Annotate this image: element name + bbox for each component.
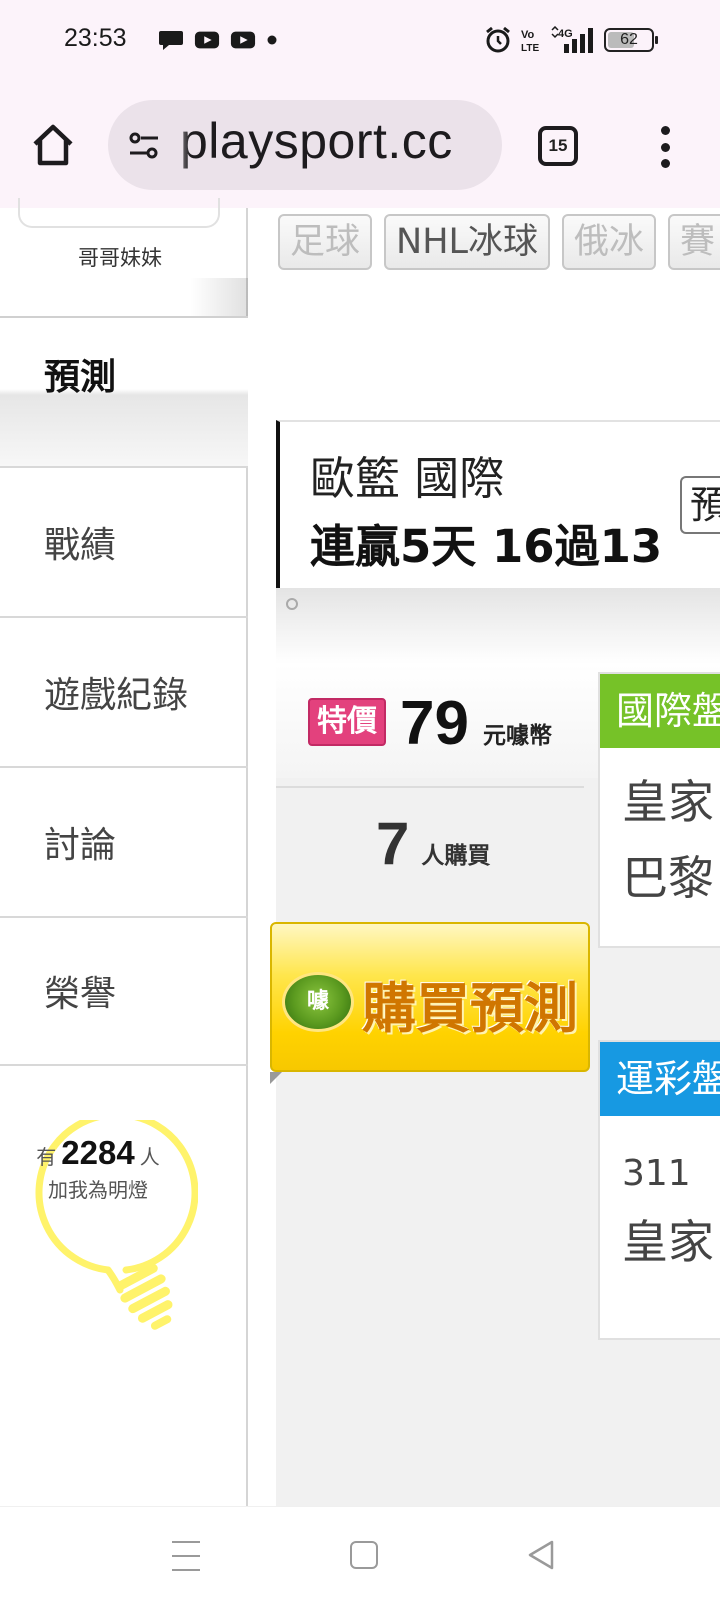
sidebar: 哥哥妹妹 預測 戰績 遊戲紀錄 討論 榮譽 有 2284 人 加我為明燈 — [0, 198, 248, 1506]
team-name: 巴黎 — [622, 851, 714, 905]
fans-caption: 加我為明燈 — [48, 1178, 148, 1202]
price-row: 特價 79 元噱幣 — [308, 692, 552, 756]
sidebar-item-label: 戰績 — [44, 525, 117, 566]
tab-switcher-button[interactable]: 15 — [538, 126, 578, 166]
sidebar-item-label: 討論 — [44, 825, 117, 866]
section-header: 運彩盤 — [600, 1042, 720, 1116]
sidebar-item-label: 預測 — [44, 357, 117, 399]
fans-count: 2284 — [61, 1134, 135, 1171]
sidebar-username[interactable]: 哥哥妹妹 — [0, 242, 240, 272]
sidebar-item-predictions[interactable]: 預測 — [0, 316, 248, 466]
sidebar-item-record[interactable]: 戰績 — [0, 466, 248, 616]
sport-tab-more[interactable]: 賽 — [668, 214, 720, 270]
sidebar-item-game-log[interactable]: 遊戲紀錄 — [0, 616, 248, 766]
svg-text:LTE: LTE — [521, 43, 539, 53]
win-streak: 連贏5天 16過13 — [310, 520, 663, 573]
coin-icon: 噱 — [282, 972, 354, 1032]
sidebar-item-honors[interactable]: 榮譽 — [0, 916, 248, 1066]
notification-icons — [158, 28, 278, 52]
game-code: 311 — [622, 1153, 691, 1194]
international-odds-section: 國際盤 皇家 巴黎 — [598, 672, 720, 948]
url-text: playsport.cc — [180, 113, 453, 169]
address-bar[interactable]: playsport.cc — [108, 100, 502, 190]
battery-level: 62 — [620, 31, 638, 48]
section-header: 國際盤 — [600, 674, 720, 748]
status-right: Vo LTE 4G 62 — [484, 26, 658, 54]
sports-lottery-section: 運彩盤 311 皇家 — [598, 1040, 720, 1340]
buy-prediction-button[interactable]: 噱 購買預測 — [270, 922, 590, 1072]
team-name: 皇家 — [622, 1215, 714, 1269]
section-body: 311 皇家 — [600, 1116, 720, 1280]
more-menu-icon[interactable] — [650, 122, 680, 172]
sport-tab-soccer[interactable]: 足球 — [278, 214, 373, 270]
buyers-row: 7 人購買 — [376, 814, 490, 874]
youtube-icon — [230, 31, 256, 49]
home-nav-icon[interactable] — [350, 1541, 378, 1569]
svg-text:Vo: Vo — [521, 29, 535, 41]
prediction-card-header: 歐籃 國際 連贏5天 16過13 預 — [276, 420, 720, 588]
youtube-icon — [194, 31, 220, 49]
status-time: 23:53 — [64, 24, 127, 52]
sport-tabs: 足球 NHL冰球 俄冰 賽 — [278, 214, 720, 270]
price-unit: 元噱幣 — [482, 723, 552, 749]
pin-icon — [286, 598, 298, 610]
status-bar: 23:53 Vo LTE 4G 62 — [0, 0, 720, 84]
buy-prediction-label: 購買預測 — [362, 977, 578, 1040]
button-corner-icon — [270, 1072, 282, 1084]
fans-suffix: 人 — [139, 1145, 160, 1169]
sidebar-item-label: 榮譽 — [44, 974, 117, 1015]
sport-tab-khl[interactable]: 俄冰 — [562, 214, 657, 270]
fans-prefix: 有 — [36, 1145, 57, 1169]
buyers-count: 7 — [376, 810, 410, 877]
special-price-badge: 特價 — [308, 698, 386, 746]
sidebar-item-discussion[interactable]: 討論 — [0, 766, 248, 916]
prediction-tag-button[interactable]: 預 — [680, 476, 720, 534]
avatar-frame — [18, 198, 220, 228]
sidebar-item-label: 遊戲紀錄 — [44, 675, 189, 716]
signal-4g-icon: 4G — [551, 26, 593, 53]
sport-tab-nhl[interactable]: NHL冰球 — [384, 214, 551, 270]
volte-icon: Vo LTE — [521, 29, 539, 53]
url-fade — [170, 100, 190, 190]
back-icon[interactable] — [526, 1539, 556, 1571]
buyers-label: 人購買 — [421, 843, 491, 869]
recents-icon[interactable] — [172, 1541, 200, 1571]
team-name: 皇家 — [622, 775, 714, 829]
site-settings-icon[interactable] — [126, 128, 162, 164]
main-content: 足球 NHL冰球 俄冰 賽 歐籃 國際 連贏5天 16過13 預 特價 79 元… — [248, 208, 720, 1506]
system-nav-bar — [0, 1506, 720, 1604]
battery-indicator: 62 — [604, 28, 658, 52]
section-body: 皇家 巴黎 — [600, 748, 720, 916]
svg-text:4G: 4G — [558, 28, 573, 40]
league-title: 歐籃 國際 — [310, 452, 505, 505]
chat-bubble-icon — [159, 31, 183, 50]
browser-toolbar: playsport.cc 15 — [0, 84, 720, 208]
sidebar-nav: 預測 戰績 遊戲紀錄 討論 榮譽 — [0, 316, 248, 1066]
dot-icon — [267, 35, 277, 45]
price-value: 79 — [400, 689, 469, 758]
home-icon[interactable] — [30, 122, 76, 168]
divider — [276, 786, 584, 788]
alarm-icon — [486, 26, 510, 53]
fans-counter: 有 2284 人 加我為明燈 — [0, 1134, 196, 1203]
